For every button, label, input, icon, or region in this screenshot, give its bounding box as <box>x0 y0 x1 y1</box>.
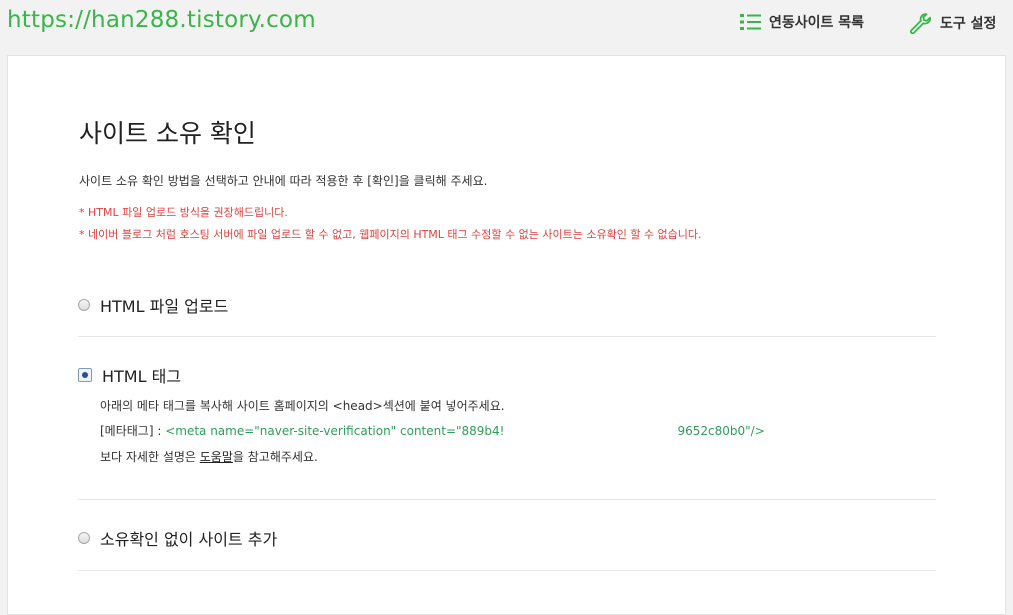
linked-sites-label: 연동사이트 목록 <box>769 15 865 31</box>
tool-settings-button[interactable]: 도구 설정 <box>908 12 996 34</box>
wrench-icon <box>910 13 931 34</box>
divider <box>78 570 936 571</box>
meta-tag-line: [메타태그] : <meta name="naver-site-verifica… <box>100 422 765 439</box>
radio-html-tag-selected[interactable] <box>78 368 92 382</box>
linked-sites-button[interactable]: 연동사이트 목록 <box>740 12 864 32</box>
help-link[interactable]: 도움말 <box>200 450 233 464</box>
site-url[interactable]: https://han288.tistory.com <box>7 7 316 33</box>
meta-tag-label: [메타태그] : <box>100 424 166 438</box>
meta-tag-redacted <box>504 425 678 438</box>
warning-limitation: * 네이버 블로그 처럼 호스팅 서버에 파일 업로드 할 수 없고, 웹페이지… <box>79 228 702 241</box>
tool-settings-label: 도구 설정 <box>940 16 997 32</box>
list-icon <box>740 14 761 30</box>
divider <box>78 499 936 500</box>
help-suffix: 을 참고해주세요. <box>232 450 318 464</box>
radio-no-verification[interactable] <box>78 532 90 544</box>
page-description: 사이트 소유 확인 방법을 선택하고 안내에 따라 적용한 후 [확인]을 클릭… <box>79 174 488 188</box>
option-label: HTML 파일 업로드 <box>100 297 229 316</box>
site-verification-panel: 사이트 소유 확인 사이트 소유 확인 방법을 선택하고 안내에 따라 적용한 … <box>7 55 1006 615</box>
warning-recommend: * HTML 파일 업로드 방식을 권장해드립니다. <box>79 206 288 219</box>
option-html-tag[interactable]: HTML 태그 <box>78 363 181 387</box>
radio-html-file-upload[interactable] <box>78 299 90 311</box>
meta-tag-value-start[interactable]: <meta name="naver-site-verification" con… <box>165 424 504 438</box>
option-label: HTML 태그 <box>102 367 182 386</box>
top-bar: https://han288.tistory.com 연동사이트 목록 도구 설… <box>0 0 1013 56</box>
option-label: 소유확인 없이 사이트 추가 <box>100 530 278 549</box>
help-prefix: 보다 자세한 설명은 <box>100 450 200 464</box>
option-no-verification[interactable]: 소유확인 없이 사이트 추가 <box>78 526 277 550</box>
help-line: 보다 자세한 설명은 도움말을 참고해주세요. <box>100 448 318 465</box>
meta-tag-value-end[interactable]: 9652c80b0"/> <box>678 424 765 438</box>
option-html-file-upload[interactable]: HTML 파일 업로드 <box>78 293 228 317</box>
html-tag-instruction: 아래의 메타 태그를 복사해 사이트 홈페이지의 <head>섹션에 붙여 넣어… <box>100 399 505 413</box>
page-title: 사이트 소유 확인 <box>79 119 256 148</box>
divider <box>78 336 936 337</box>
